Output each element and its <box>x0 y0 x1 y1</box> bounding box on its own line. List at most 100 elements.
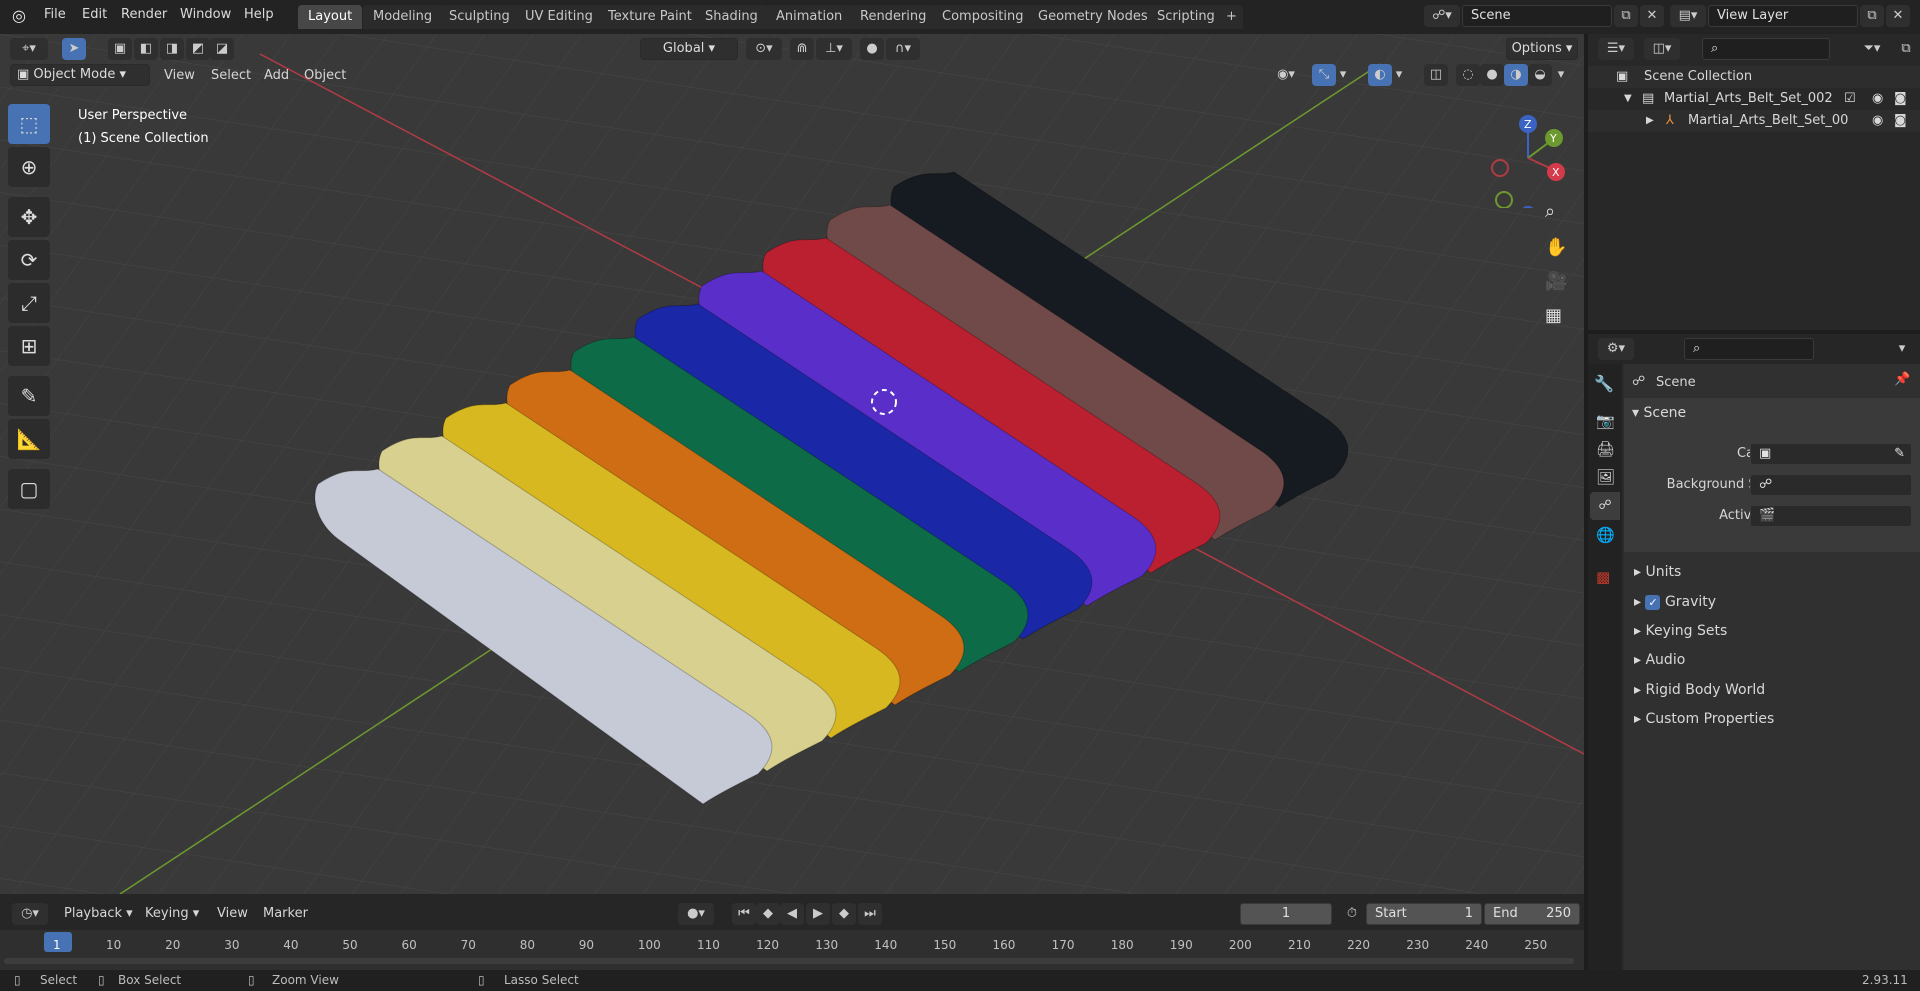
transform-tool-icon[interactable]: ⊞ <box>8 326 50 366</box>
texture-tab-icon[interactable]: ▩ <box>1596 568 1610 586</box>
outliner-row-scene-collection[interactable]: ▣ Scene Collection <box>1588 66 1920 88</box>
scene-selector-icon[interactable]: ☍▾ <box>1424 5 1460 27</box>
pan-view-icon[interactable]: ✋ <box>1545 237 1567 258</box>
new-scene-icon[interactable]: ⧉ <box>1614 5 1638 27</box>
viewport-menu-object[interactable]: Object <box>304 68 346 83</box>
rigid-body-world-panel-header[interactable]: ▸ Rigid Body World <box>1634 678 1765 702</box>
tab-modeling[interactable]: Modeling <box>363 5 443 29</box>
tool-tab-icon[interactable]: 🔧 <box>1594 374 1614 393</box>
pin-icon[interactable]: 📌 <box>1894 372 1910 387</box>
cursor-tool-icon[interactable]: ⊕ <box>8 147 50 187</box>
overlays-dropdown-icon[interactable]: ▾ <box>1392 64 1406 86</box>
select-subtract-icon[interactable]: ◨ <box>160 38 184 60</box>
new-view-layer-icon[interactable]: ⧉ <box>1860 5 1884 27</box>
overlays-icon[interactable]: ◐ <box>1368 64 1392 86</box>
snap-target-icon[interactable]: ⊥▾ <box>816 38 852 60</box>
properties-options-icon[interactable]: ▾ <box>1890 338 1914 360</box>
gizmo-icon[interactable]: ⤡ <box>1312 64 1336 86</box>
viewport-menu-add[interactable]: Add <box>264 68 289 83</box>
scene-panel-header[interactable]: ▾ Scene <box>1632 401 1686 425</box>
scene-tab-icon[interactable]: ☍ <box>1590 492 1620 520</box>
prev-keyframe-icon[interactable]: ◆ <box>756 903 780 925</box>
current-frame-field[interactable]: 1 <box>1240 903 1332 925</box>
end-frame-field[interactable]: End 250 <box>1484 903 1580 925</box>
outliner-row-collection[interactable]: ▼ ▤ Martial_Arts_Belt_Set_002 ☑ ◉ ◙ <box>1588 88 1920 110</box>
expand-collection-icon[interactable]: ▼ <box>1624 88 1632 110</box>
zoom-view-icon[interactable]: ⌕ <box>1545 201 1555 222</box>
snap-icon[interactable]: ⋒ <box>790 38 814 60</box>
active-clip-field[interactable]: 🎬 <box>1750 505 1912 527</box>
delete-scene-icon[interactable]: ✕ <box>1640 5 1664 27</box>
select-intersect-icon[interactable]: ◪ <box>210 38 234 60</box>
outliner-editor-type-icon[interactable]: ☰▾ <box>1598 38 1634 60</box>
start-frame-field[interactable]: Start 1 <box>1366 903 1482 925</box>
select-invert-icon[interactable]: ◩ <box>186 38 210 60</box>
solid-shading-icon[interactable]: ● <box>1480 64 1504 86</box>
tab-texture-paint[interactable]: Texture Paint <box>598 5 702 29</box>
shading-dropdown-icon[interactable]: ▾ <box>1552 64 1570 86</box>
object-visibility-icon[interactable]: ◉ <box>1872 110 1883 132</box>
units-panel-header[interactable]: ▸ Units <box>1634 560 1681 584</box>
world-tab-icon[interactable]: 🌐 <box>1596 526 1615 544</box>
rendered-shading-icon[interactable]: ◒ <box>1528 64 1552 86</box>
camera-view-icon[interactable]: 🎥 <box>1545 271 1567 292</box>
play-reverse-icon[interactable]: ◀ <box>780 903 804 925</box>
view-layer-tab-icon[interactable]: 🖼 <box>1596 468 1615 486</box>
jump-start-icon[interactable]: ⏮ <box>732 903 756 925</box>
viewport-canvas[interactable] <box>0 34 1584 894</box>
menu-file[interactable]: File <box>44 7 66 22</box>
output-tab-icon[interactable]: 🖨 <box>1596 440 1615 458</box>
tab-layout[interactable]: Layout <box>298 5 363 29</box>
exclude-checkbox[interactable]: ☑ <box>1844 88 1856 110</box>
display-mode-icon[interactable]: ◫▾ <box>1644 38 1680 60</box>
move-tool-icon[interactable]: ✥ <box>8 197 50 237</box>
timeline-menu-playback[interactable]: Playback ▾ <box>64 906 133 921</box>
scale-tool-icon[interactable]: ⤢ <box>8 283 50 323</box>
gizmo-dropdown-icon[interactable]: ▾ <box>1336 64 1350 86</box>
delete-view-layer-icon[interactable]: ✕ <box>1886 5 1910 27</box>
custom-properties-panel-header[interactable]: ▸ Custom Properties <box>1634 707 1774 731</box>
viewport-menu-select[interactable]: Select <box>211 68 251 83</box>
menu-edit[interactable]: Edit <box>82 7 107 22</box>
tab-uv-editing[interactable]: UV Editing <box>515 5 603 29</box>
tab-rendering[interactable]: Rendering <box>850 5 937 29</box>
rotate-tool-icon[interactable]: ⟳ <box>8 240 50 280</box>
select-new-icon[interactable]: ▣ <box>108 38 132 60</box>
timeline-scrollbar[interactable] <box>4 958 1574 964</box>
object-mode-dropdown[interactable]: ▣ Object Mode ▾ <box>10 64 150 86</box>
options-dropdown[interactable]: Options ▾ <box>1506 38 1578 60</box>
menu-help[interactable]: Help <box>244 7 274 22</box>
blender-logo-icon[interactable]: ◎ <box>12 6 26 25</box>
outliner-search-input[interactable]: ⌕ <box>1702 38 1830 60</box>
tab-geometry-nodes[interactable]: Geometry Nodes <box>1028 5 1158 29</box>
select-box-tool-icon[interactable]: ⬚ <box>8 104 50 144</box>
record-icon[interactable]: ●▾ <box>678 903 714 925</box>
tab-animation[interactable]: Animation <box>766 5 853 29</box>
tab-scripting[interactable]: Scripting <box>1147 5 1225 29</box>
next-keyframe-icon[interactable]: ◆ <box>832 903 856 925</box>
tab-shading[interactable]: Shading <box>695 5 768 29</box>
audio-panel-header[interactable]: ▸ Audio <box>1634 648 1685 672</box>
view-layer-name-field[interactable]: View Layer <box>1708 5 1858 27</box>
gravity-panel-header[interactable]: ▸ ✓ Gravity <box>1634 590 1716 614</box>
outliner-row-object[interactable]: ▶ ⅄ Martial_Arts_Belt_Set_00 ◉ ◙ <box>1588 110 1920 132</box>
select-tool-icon[interactable]: ➤ <box>62 38 86 60</box>
select-extend-icon[interactable]: ◧ <box>134 38 158 60</box>
collection-render-icon[interactable]: ◙ <box>1894 88 1907 110</box>
timeline-menu-view[interactable]: View <box>217 906 248 921</box>
menu-window[interactable]: Window <box>180 7 231 22</box>
transform-orientation-dropdown[interactable]: Global ▾ <box>640 38 738 60</box>
navigation-gizmo[interactable]: Z Y X <box>1484 108 1574 208</box>
gravity-checkbox[interactable]: ✓ <box>1645 595 1661 610</box>
jump-end-icon[interactable]: ⏭ <box>858 903 882 925</box>
keying-sets-panel-header[interactable]: ▸ Keying Sets <box>1634 619 1727 643</box>
tab-compositing[interactable]: Compositing <box>932 5 1034 29</box>
timeline-editor-type-icon[interactable]: ◷▾ <box>12 903 48 925</box>
stopwatch-icon[interactable]: ⏱ <box>1340 903 1364 925</box>
render-tab-icon[interactable]: 📷 <box>1596 412 1615 430</box>
viewport-menu-view[interactable]: View <box>164 68 195 83</box>
pivot-point-icon[interactable]: ⊙▾ <box>746 38 782 60</box>
timeline-menu-keying[interactable]: Keying ▾ <box>145 906 199 921</box>
new-collection-icon[interactable]: ⧉ <box>1894 38 1918 60</box>
menu-render[interactable]: Render <box>121 7 167 22</box>
